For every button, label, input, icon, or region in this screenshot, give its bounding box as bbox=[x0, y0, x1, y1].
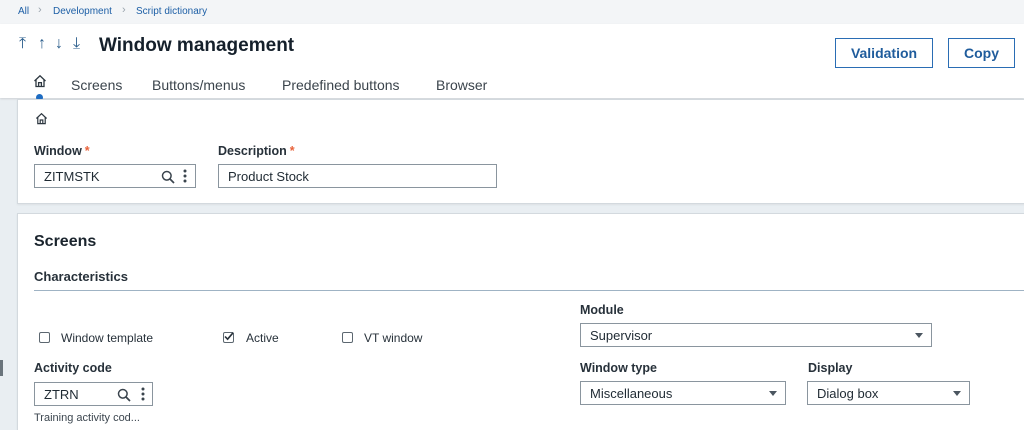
tab-predefined-buttons[interactable]: Predefined buttons bbox=[282, 77, 400, 93]
search-icon[interactable] bbox=[117, 388, 131, 407]
window-field[interactable]: ZITMSTK bbox=[34, 164, 196, 188]
active-checkbox[interactable] bbox=[223, 332, 234, 343]
activity-code-description: Training activity cod... bbox=[34, 412, 140, 424]
copy-button[interactable]: Copy bbox=[948, 38, 1015, 68]
first-record-icon[interactable]: ⤒ bbox=[19, 36, 26, 52]
more-options-icon[interactable] bbox=[141, 387, 145, 406]
window-template-label: Window template bbox=[61, 331, 154, 345]
breadcrumb-script-dictionary[interactable]: Script dictionary bbox=[136, 6, 207, 17]
description-value: Product Stock bbox=[228, 169, 309, 184]
window-value: ZITMSTK bbox=[44, 169, 100, 184]
home-tab-icon[interactable] bbox=[33, 74, 47, 93]
module-value: Supervisor bbox=[590, 328, 653, 343]
module-label: Module bbox=[580, 303, 624, 317]
window-template-checkbox[interactable] bbox=[39, 332, 50, 343]
display-select[interactable]: Dialog box bbox=[807, 381, 970, 405]
search-icon[interactable] bbox=[161, 170, 175, 189]
chevron-down-icon bbox=[915, 333, 923, 338]
validation-button[interactable]: Validation bbox=[835, 38, 933, 68]
breadcrumb-all[interactable]: All bbox=[18, 6, 29, 17]
module-select[interactable]: Supervisor bbox=[580, 323, 932, 347]
required-mark: * bbox=[84, 144, 90, 158]
section-title: Screens bbox=[34, 233, 97, 250]
breadcrumb: All › Development › Script dictionary bbox=[0, 0, 1024, 24]
last-record-icon[interactable]: ⤓ bbox=[73, 36, 80, 52]
side-handle[interactable] bbox=[0, 360, 3, 376]
activity-code-label: Activity code bbox=[34, 361, 112, 375]
more-options-icon[interactable] bbox=[183, 169, 187, 188]
page-title: Window management bbox=[99, 35, 295, 56]
chevron-down-icon bbox=[953, 391, 961, 396]
home-icon bbox=[35, 112, 48, 130]
activity-code-value: ZTRN bbox=[44, 387, 79, 402]
required-mark: * bbox=[289, 144, 295, 158]
header-form-panel: Window * ZITMSTK Description * Product Sto… bbox=[17, 99, 1024, 204]
window-type-label: Window type bbox=[580, 361, 657, 375]
chevron-right-icon: › bbox=[122, 4, 126, 16]
previous-record-icon[interactable]: ↑ bbox=[38, 36, 46, 52]
screens-panel: Screens Characteristics Window template … bbox=[17, 213, 1024, 430]
divider bbox=[34, 290, 1024, 291]
tab-screens[interactable]: Screens bbox=[71, 77, 122, 93]
description-field[interactable]: Product Stock bbox=[218, 164, 497, 188]
page-header: ⤒ ↑ ↓ ⤓ Window management Validation Cop… bbox=[0, 24, 1024, 101]
vt-window-label: VT window bbox=[364, 331, 423, 345]
next-record-icon[interactable]: ↓ bbox=[55, 36, 63, 52]
subsection-title: Characteristics bbox=[34, 269, 128, 284]
window-type-select[interactable]: Miscellaneous bbox=[580, 381, 786, 405]
chevron-down-icon bbox=[769, 391, 777, 396]
window-label: Window * bbox=[34, 144, 90, 158]
display-value: Dialog box bbox=[817, 386, 879, 401]
tab-browser[interactable]: Browser bbox=[436, 77, 487, 93]
active-label: Active bbox=[246, 331, 279, 345]
vt-window-checkbox[interactable] bbox=[342, 332, 353, 343]
display-label: Display bbox=[808, 361, 853, 375]
chevron-right-icon: › bbox=[38, 4, 42, 16]
window-type-value: Miscellaneous bbox=[590, 386, 673, 401]
breadcrumb-development[interactable]: Development bbox=[53, 6, 112, 17]
tab-buttons-menus[interactable]: Buttons/menus bbox=[152, 77, 245, 93]
description-label: Description * bbox=[218, 144, 295, 158]
activity-code-field[interactable]: ZTRN bbox=[34, 382, 153, 406]
